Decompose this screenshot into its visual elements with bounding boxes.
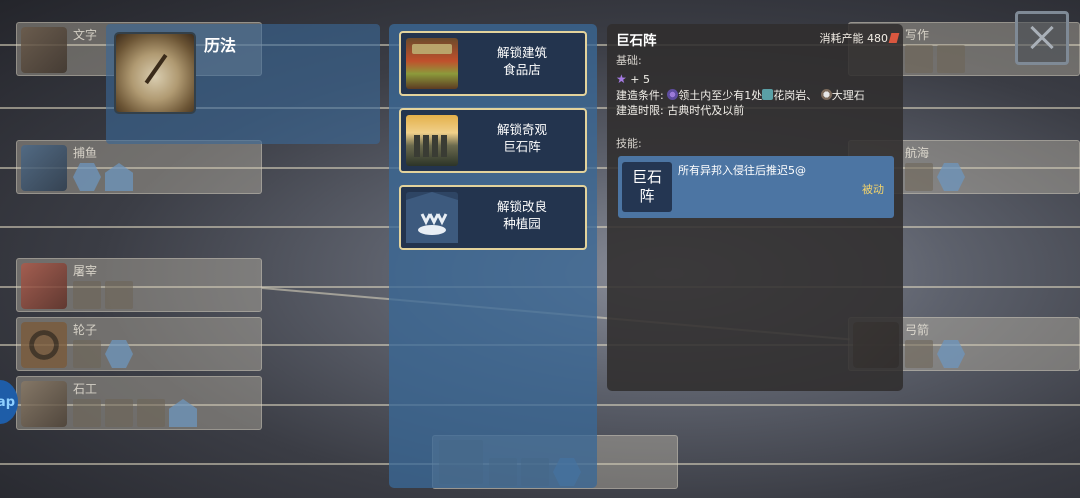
unlock-label: 解锁改良 种植园 bbox=[463, 198, 581, 232]
tech-card-label: 屠宰 bbox=[73, 264, 98, 278]
improvement-icon bbox=[105, 163, 133, 191]
building-icon bbox=[73, 281, 101, 309]
build-condition: 建造条件: 领土内至少有1处 花岗岩、 大理石 bbox=[616, 87, 865, 103]
unlock-label: 解锁建筑 食品店 bbox=[463, 44, 581, 78]
scroll-icon bbox=[937, 45, 965, 73]
star-icon: ★ bbox=[616, 72, 627, 86]
tech-card-label: 航海 bbox=[905, 146, 930, 160]
quarry-icon bbox=[169, 399, 197, 427]
chariot-icon bbox=[73, 340, 101, 368]
condition-part2: 花岗岩、 bbox=[773, 89, 818, 102]
unlock-list: 解锁建筑 食品店 解锁奇观 巨石阵 解锁改良 种植园 bbox=[389, 24, 597, 488]
close-button[interactable] bbox=[1015, 11, 1069, 65]
unlock-building-button[interactable]: 解锁建筑 食品店 bbox=[399, 31, 587, 96]
stonehenge-icon bbox=[406, 115, 458, 166]
unlock-line2: 食品店 bbox=[503, 62, 541, 77]
wheel-icon bbox=[21, 322, 67, 368]
skills-label: 技能: bbox=[616, 137, 642, 150]
marble-icon bbox=[820, 89, 832, 100]
skill-badge: 巨石阵 bbox=[622, 162, 672, 212]
unlock-line1: 解锁改良 bbox=[496, 199, 547, 214]
library-icon bbox=[905, 45, 933, 73]
unlock-label: 解锁奇观 巨石阵 bbox=[463, 121, 581, 155]
building-icon bbox=[105, 281, 133, 309]
unit-hex-icon bbox=[937, 340, 965, 368]
fishing-icon bbox=[21, 145, 67, 191]
unlock-line2: 巨石阵 bbox=[503, 139, 541, 154]
wall-icon bbox=[73, 399, 101, 427]
tech-card-wheel[interactable]: 轮子 bbox=[16, 317, 262, 371]
detail-title: 巨石阵 bbox=[616, 33, 657, 49]
condition-part3: 大理石 bbox=[831, 89, 865, 102]
side-badge-label: ap bbox=[0, 394, 15, 410]
bonus-line: ★ + 5 bbox=[616, 72, 650, 86]
pyramid-icon bbox=[105, 399, 133, 427]
condition-prefix: 建造条件: bbox=[616, 89, 668, 102]
stone-icon bbox=[21, 381, 67, 427]
tech-title: 历法 bbox=[204, 36, 237, 55]
harbor-icon bbox=[905, 163, 933, 191]
condition-part1: 领土内至少有1处 bbox=[678, 89, 763, 102]
food-market-icon bbox=[406, 38, 458, 89]
bonus-value: + 5 bbox=[630, 73, 650, 86]
territory-icon bbox=[667, 89, 679, 100]
tech-card-label: 轮子 bbox=[73, 323, 98, 337]
writing-icon bbox=[21, 27, 67, 73]
tech-card-label: 石工 bbox=[73, 382, 98, 396]
granite-icon bbox=[762, 89, 774, 100]
sundial-gnomon bbox=[144, 53, 168, 85]
unlock-wonder-button[interactable]: 解锁奇观 巨石阵 bbox=[399, 108, 587, 173]
cost-label: 消耗产能 480 bbox=[819, 32, 889, 45]
plantation-icon-svg bbox=[406, 192, 458, 243]
sundial-icon bbox=[114, 32, 196, 114]
tech-card-label: 文字 bbox=[73, 28, 98, 42]
unlock-improvement-button[interactable]: 解锁改良 种植园 bbox=[399, 185, 587, 250]
tech-card-masonry[interactable]: 石工 bbox=[16, 376, 262, 430]
meat-icon bbox=[21, 263, 67, 309]
build-time-limit: 建造时限: 古典时代及以前 bbox=[616, 104, 745, 117]
building-icon bbox=[905, 340, 933, 368]
unit-hex-icon bbox=[73, 163, 101, 191]
basics-label: 基础: bbox=[616, 54, 642, 67]
tech-header-panel: 历法 bbox=[106, 24, 380, 144]
unit-hex-icon bbox=[937, 163, 965, 191]
hammer-icon bbox=[888, 33, 900, 43]
unit-hex-icon bbox=[105, 340, 133, 368]
tech-card-label: 写作 bbox=[905, 28, 930, 42]
skill-card[interactable]: 巨石阵 所有异邦入侵往后推迟5@ 被动 bbox=[618, 156, 894, 218]
tech-card-butchery[interactable]: 屠宰 bbox=[16, 258, 262, 312]
tech-card-label: 捕鱼 bbox=[73, 146, 98, 160]
tech-card-fishing[interactable]: 捕鱼 bbox=[16, 140, 262, 194]
wonder-detail-panel: 巨石阵 消耗产能 480 基础: ★ + 5 建造条件: 领土内至少有1处 花岗岩… bbox=[607, 24, 903, 391]
production-cost: 消耗产能 480 bbox=[819, 30, 900, 46]
plantation-icon bbox=[406, 192, 458, 243]
unlock-line1: 解锁奇观 bbox=[496, 122, 547, 137]
unlock-line2: 种植园 bbox=[503, 216, 541, 231]
tech-card-label: 弓箭 bbox=[905, 323, 930, 337]
skill-description: 所有异邦入侵往后推迟5@ bbox=[678, 164, 806, 177]
pyramid-icon bbox=[137, 399, 165, 427]
skill-type: 被动 bbox=[862, 183, 884, 196]
unlock-line1: 解锁建筑 bbox=[496, 45, 547, 60]
